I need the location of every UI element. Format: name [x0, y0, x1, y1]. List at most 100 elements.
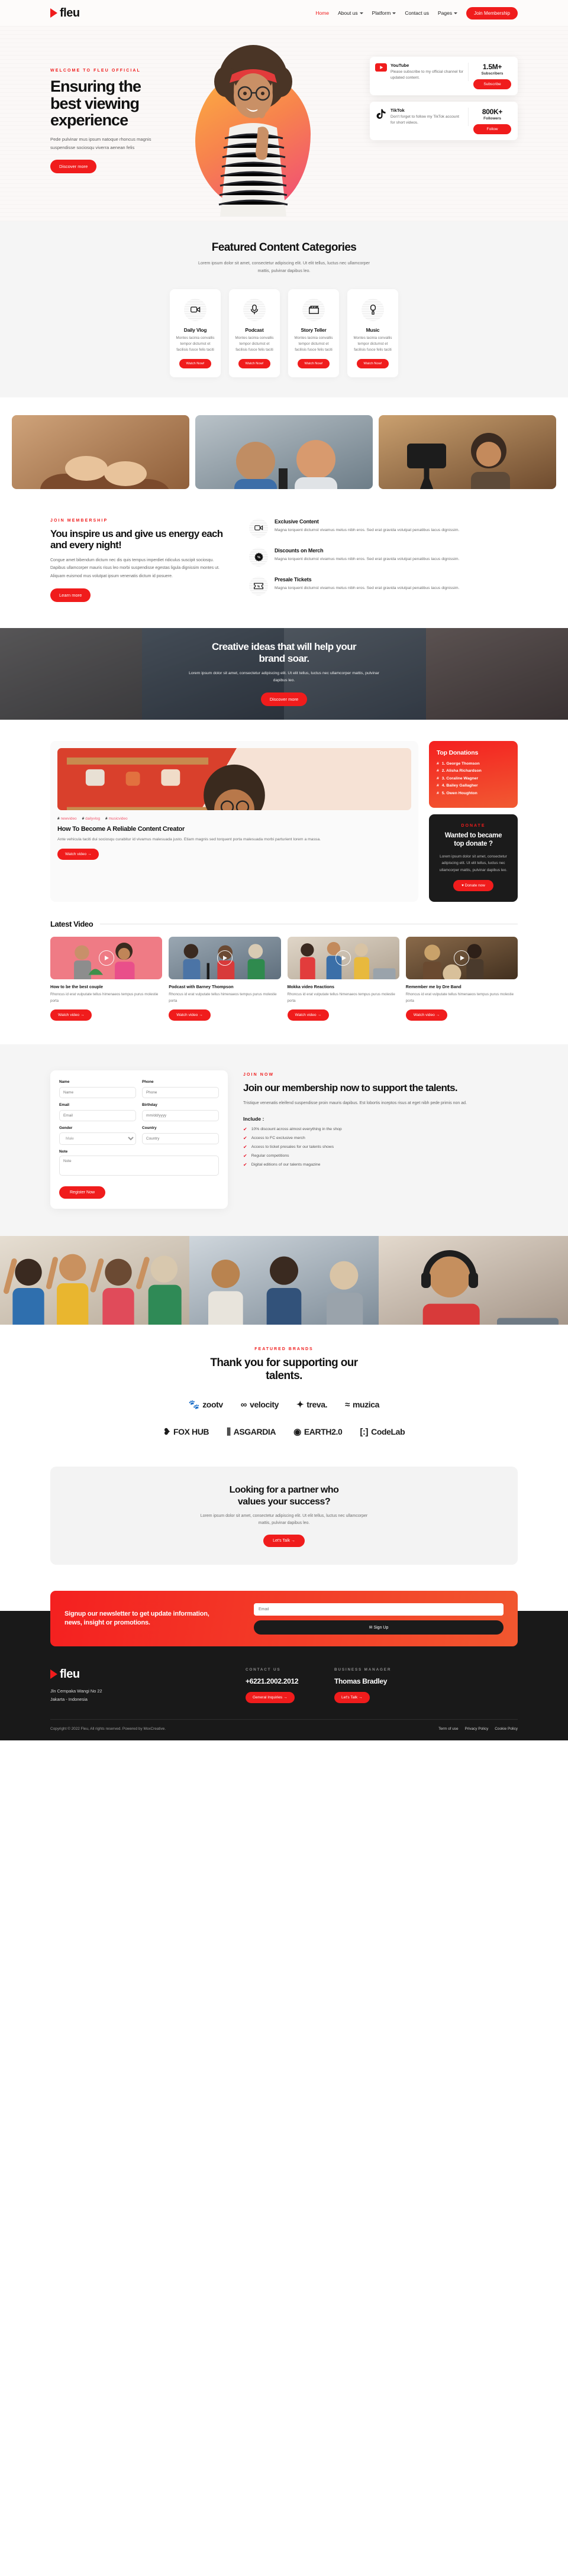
brand-logo-zootv: 🐾 zootv [188, 1399, 223, 1410]
category-card-music[interactable]: Music Montes lacinia convallis tempor di… [347, 289, 398, 377]
lets-talk-button[interactable]: Let's Talk → [263, 1534, 305, 1547]
category-card-daily-vlog[interactable]: Daily Vlog Montes lacinia convallis temp… [170, 289, 221, 377]
article-title: How To Become A Reliable Content Creator [57, 825, 185, 833]
featured-article-card[interactable]: # newvideo # dailyvlog # musicvideo How To … [50, 740, 418, 902]
nav-item-platform[interactable]: Platform [372, 10, 396, 16]
video-description: Rhoncus id erat vulputate tellus himenae… [287, 992, 395, 1003]
subscribe-button[interactable]: Subscribe [473, 79, 511, 89]
stat-card-tiktok[interactable]: TikTok Don't forget to follow my TikTok … [370, 102, 518, 140]
youtube-icon [375, 63, 387, 72]
stat-card-count: 800K+ [482, 108, 503, 116]
follow-button[interactable]: Follow [473, 124, 511, 134]
video-thumbnail[interactable] [169, 937, 281, 980]
lets-talk-footer-button[interactable]: Let's Talk → [334, 1691, 370, 1703]
category-name: Podcast [245, 326, 264, 333]
nav-item-contact-us[interactable]: Contact us [405, 10, 429, 16]
watch-video-button[interactable]: Watch video → [405, 1009, 448, 1021]
hero-stat-cards: YouTube Please subscribe to my official … [370, 57, 518, 147]
play-button[interactable] [98, 950, 114, 966]
learn-more-button[interactable]: Learn more [50, 588, 91, 602]
banner-discover-more-button[interactable]: Discover more [260, 692, 308, 706]
sign-up-button[interactable]: ✉ Sign Up [254, 1620, 504, 1635]
note-textarea[interactable] [59, 1156, 219, 1176]
donate-eyebrow: DONATE [461, 824, 486, 829]
donate-title-line-2: top donate ? [454, 840, 493, 847]
newsletter-email-input[interactable] [254, 1603, 504, 1616]
category-name: Music [366, 326, 380, 333]
phone-label: Phone [142, 1080, 154, 1085]
donate-description: Lorem ipsum dolor sit amet, consectetur … [439, 854, 508, 872]
footer-link-term-of-use[interactable]: Term of use [438, 1727, 458, 1731]
nav-item-home[interactable]: Home [315, 10, 329, 16]
video-thumbnail[interactable] [405, 937, 518, 980]
footer-link-privacy-policy[interactable]: Privacy Policy [465, 1727, 489, 1731]
play-button[interactable] [454, 950, 470, 966]
article-tag[interactable]: # musicvideo [105, 817, 128, 821]
birthday-label: Birthday [142, 1103, 157, 1108]
name-input[interactable] [59, 1087, 136, 1099]
video-thumbnail[interactable] [287, 937, 399, 980]
inspire-eyebrow: JOIN MEMBERSHIP [50, 518, 108, 523]
copyright-text: Copyright © 2022 Fleu, All rights reserv… [50, 1727, 166, 1732]
svg-text:%: % [257, 585, 260, 588]
email-input[interactable] [59, 1110, 136, 1122]
check-icon: ✔ [243, 1144, 247, 1150]
gallery-image-podcast-studio [195, 415, 373, 489]
nav-item-about-us[interactable]: About us [338, 10, 363, 16]
watch-video-button[interactable]: Watch video → [287, 1009, 329, 1021]
watch-now-button[interactable]: Watch Now! [298, 358, 330, 368]
watch-video-button[interactable]: Watch video → [169, 1009, 211, 1021]
brand-logo[interactable]: fleu [50, 7, 80, 20]
watch-video-button[interactable]: Watch video → [57, 848, 99, 860]
svg-text:%: % [257, 556, 260, 559]
featured-brands-section: FEATURED BRANDS Thank you for supporting… [0, 1325, 568, 1461]
birthday-input[interactable] [142, 1110, 219, 1122]
country-input[interactable] [142, 1133, 219, 1145]
phone-input[interactable] [142, 1087, 219, 1099]
newsletter-card: Signup our newsletter to get update info… [50, 1590, 518, 1646]
video-description: Rhoncus id erat vulputate tellus himenae… [50, 992, 159, 1003]
name-label: Name [59, 1080, 70, 1085]
video-thumbnail[interactable] [50, 937, 163, 980]
stat-card-count-label: Followers [483, 116, 501, 121]
watch-now-button[interactable]: Watch Now! [357, 358, 389, 368]
category-card-podcast[interactable]: Podcast Montes lacinia convallis tempor … [229, 289, 280, 377]
footer-link-cookie-policy[interactable]: Cookie Policy [495, 1727, 518, 1731]
partner-cta-card: Looking for a partner who values your su… [50, 1467, 518, 1565]
newsletter-title: Signup our newsletter to get update info… [64, 1610, 242, 1628]
footer-manager-block: BUSINESS MANAGER Thomas Bradley Let's Ta… [334, 1668, 423, 1704]
play-button[interactable] [335, 950, 351, 966]
gender-select[interactable]: Male [59, 1132, 136, 1145]
watch-now-button[interactable]: Watch Now! [179, 358, 211, 368]
category-card-story-teller[interactable]: Story Teller Montes lacinia convallis te… [288, 289, 339, 377]
hero-person-image [214, 45, 292, 216]
video-card-how-to-be-the-best-couple[interactable]: How to be the best couple Rhoncus id era… [50, 937, 163, 1021]
play-button[interactable] [217, 950, 233, 966]
general-inquiries-button[interactable]: General Inquiries → [246, 1691, 295, 1703]
article-tag[interactable]: # newvideo [57, 817, 77, 821]
include-label: Include : [243, 1116, 264, 1122]
nav-item-pages[interactable]: Pages [438, 10, 458, 16]
video-card-podcast-with-barney-thompson[interactable]: Podcast with Barney Thompson Rhoncus id … [169, 937, 281, 1021]
watch-now-button[interactable]: Watch Now! [238, 358, 270, 368]
article-donations-section: # newvideo # dailyvlog # musicvideo How To … [0, 720, 568, 908]
hash-icon: # [437, 769, 439, 774]
donation-list-item: #3. Coraline Wagner [437, 776, 479, 781]
video-card-remember-me-by-dre-band[interactable]: Remember me by Dre Band Rhoncus id erat … [405, 937, 518, 1021]
stat-card-name: TikTok [390, 108, 405, 113]
section-description: Lorem ipsum dolor sit amet, consectetur … [198, 260, 370, 273]
footer-logo[interactable]: fleu [50, 1668, 246, 1681]
register-now-button[interactable]: Register Now [59, 1186, 106, 1199]
benefit-item: ✔ Regular competitions [243, 1153, 289, 1159]
feature-title: Exclusive Content [275, 518, 319, 525]
stat-card-youtube[interactable]: YouTube Please subscribe to my official … [370, 57, 518, 95]
country-label: Country [142, 1126, 157, 1131]
article-tag[interactable]: # dailyvlog [82, 817, 100, 821]
contact-phone: +6221.2002.2012 [246, 1677, 299, 1685]
article-image [57, 747, 411, 810]
watch-video-button[interactable]: Watch video → [50, 1009, 92, 1021]
discover-more-button[interactable]: Discover more [50, 159, 97, 173]
video-card-mokka-video-reactions[interactable]: Mokka video Reactions Rhoncus id erat vu… [287, 937, 399, 1021]
join-membership-button[interactable]: Join Membership [466, 7, 518, 20]
donate-now-button[interactable]: ♥ Donate now [453, 880, 493, 892]
